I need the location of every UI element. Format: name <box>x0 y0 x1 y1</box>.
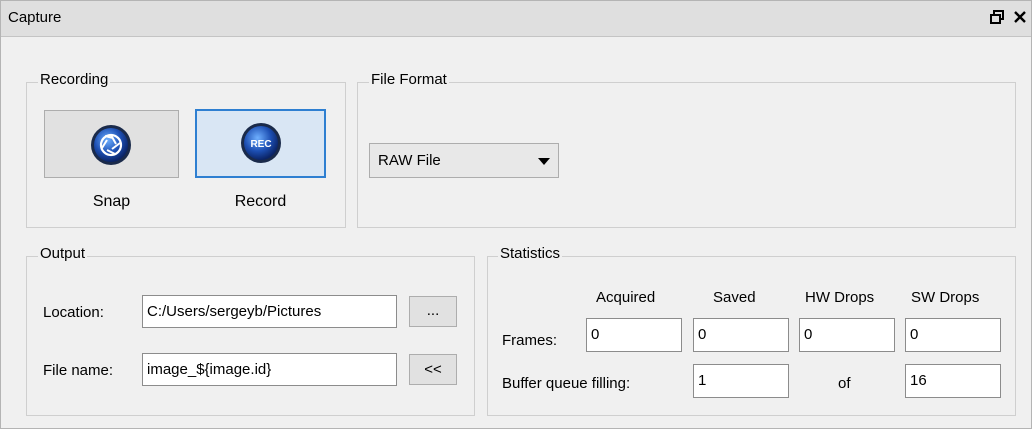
frames-hw-drops-field[interactable]: 0 <box>799 318 895 352</box>
output-group <box>26 256 475 416</box>
buffer-label: Buffer queue filling: <box>502 375 631 392</box>
location-label: Location: <box>43 304 104 321</box>
file-format-selected: RAW File <box>378 152 441 169</box>
statistics-group-title: Statistics <box>498 245 563 262</box>
of-label: of <box>838 375 851 392</box>
browse-button[interactable]: ... <box>409 296 457 327</box>
frames-label: Frames: <box>502 332 558 349</box>
file-format-group-title: File Format <box>369 71 449 88</box>
filename-input[interactable]: image_${image.id} <box>142 353 397 386</box>
header-saved: Saved <box>713 289 756 306</box>
location-input[interactable]: C:/Users/sergeyb/Pictures <box>142 295 397 328</box>
filename-label: File name: <box>43 362 114 379</box>
header-hw-drops: HW Drops <box>805 289 875 306</box>
frames-acquired-field[interactable]: 0 <box>586 318 682 352</box>
close-icon[interactable] <box>1013 8 1027 24</box>
record-label: Record <box>234 193 287 210</box>
header-acquired: Acquired <box>596 289 656 306</box>
title-bar <box>1 1 1031 37</box>
window-title: Capture <box>8 9 62 26</box>
buffer-fill-field[interactable]: 1 <box>693 364 789 398</box>
header-sw-drops: SW Drops <box>911 289 980 306</box>
snap-label: Snap <box>92 193 131 210</box>
record-button[interactable]: REC <box>195 109 326 178</box>
frames-saved-field[interactable]: 0 <box>693 318 789 352</box>
recording-group-title: Recording <box>38 71 111 88</box>
record-icon-text: REC <box>250 139 271 150</box>
frames-sw-drops-field[interactable]: 0 <box>905 318 1001 352</box>
output-group-title: Output <box>38 245 88 262</box>
restore-icon[interactable] <box>990 8 1004 24</box>
record-icon: REC <box>241 123 281 163</box>
chevron-down-icon <box>538 158 550 165</box>
file-format-select[interactable]: RAW File <box>369 143 559 178</box>
buffer-max-field[interactable]: 16 <box>905 364 1001 398</box>
insert-variable-button[interactable]: << <box>409 354 457 385</box>
snap-button[interactable] <box>44 110 179 178</box>
camera-shutter-icon <box>91 125 131 165</box>
